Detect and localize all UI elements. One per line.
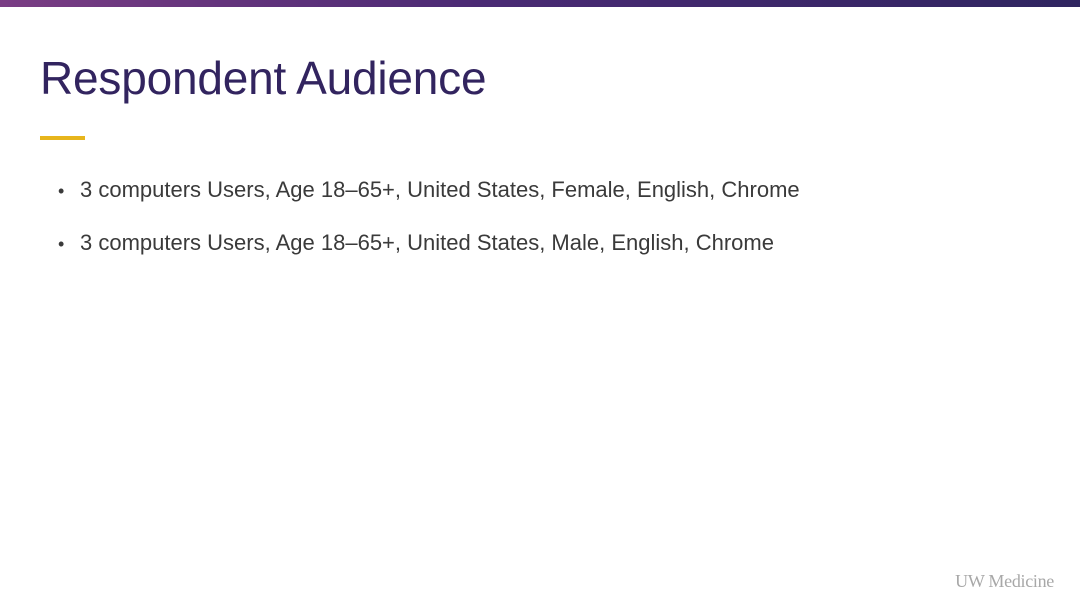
bullet-item: • 3 computers Users, Age 18–65+, United … [58, 172, 800, 225]
bullet-item: • 3 computers Users, Age 18–65+, United … [58, 225, 800, 278]
bullet-text: 3 computers Users, Age 18–65+, United St… [80, 177, 800, 202]
top-gradient-bar [0, 0, 1080, 7]
bullet-text: 3 computers Users, Age 18–65+, United St… [80, 230, 774, 255]
bullet-list: • 3 computers Users, Age 18–65+, United … [58, 172, 800, 278]
title-accent-line [40, 136, 85, 140]
uw-medicine-logo: UW Medicine [955, 571, 1054, 591]
bullet-dot-icon: • [58, 234, 65, 254]
bullet-dot-icon: • [58, 181, 65, 201]
slide-title: Respondent Audience [40, 52, 487, 104]
